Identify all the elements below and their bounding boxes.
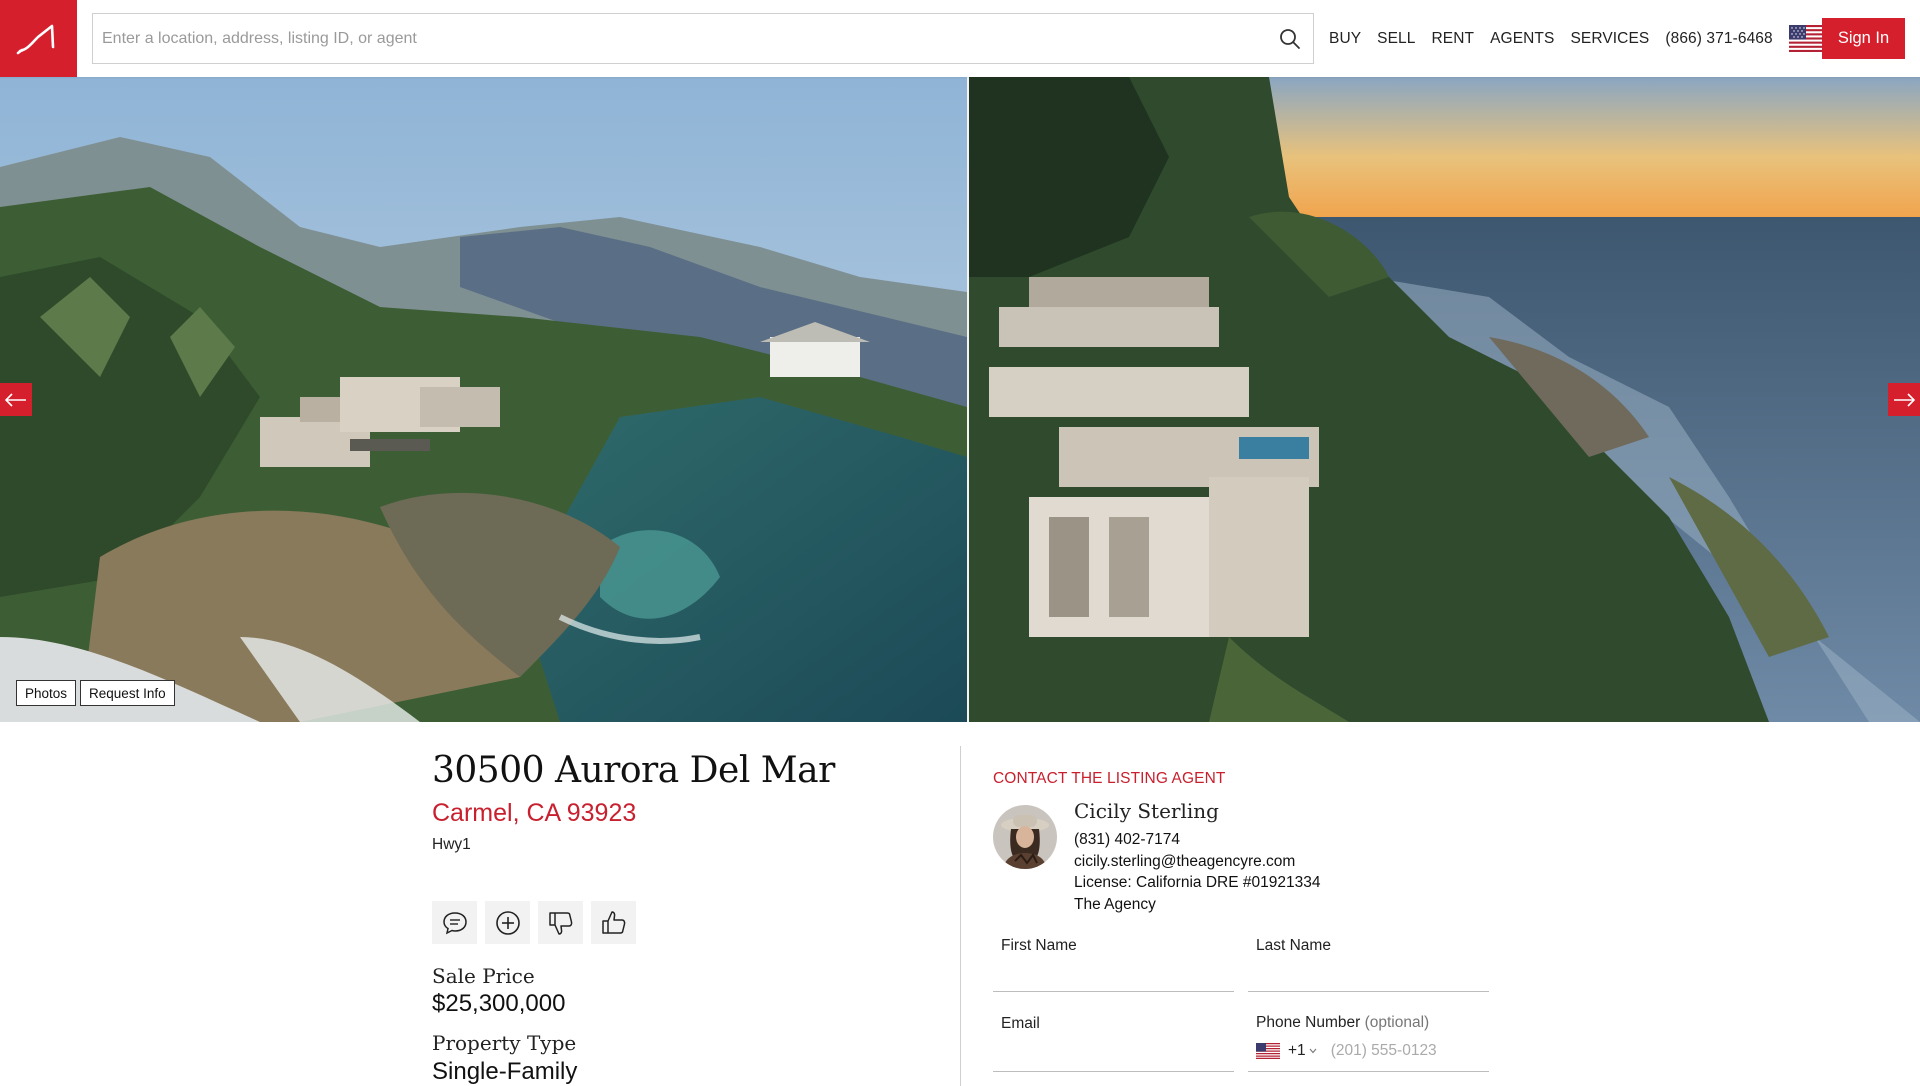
photo-gallery: Photos Request Info	[0, 77, 1920, 722]
first-name-input[interactable]	[1001, 969, 1221, 987]
phone-field: Phone Number (optional) +1	[1248, 1014, 1489, 1072]
nav-services[interactable]: SERVICES	[1570, 30, 1649, 48]
agent-avatar[interactable]	[993, 805, 1057, 869]
phone-label: Phone Number (optional)	[1256, 1014, 1429, 1032]
listing-address: 30500 Aurora Del Mar	[432, 750, 835, 791]
email-input[interactable]	[1001, 1049, 1221, 1067]
request-info-button[interactable]: Request Info	[80, 680, 175, 706]
header-phone-link[interactable]: (866) 371-6468	[1665, 30, 1772, 48]
last-name-field: Last Name	[1248, 937, 1489, 992]
sale-price-value: $25,300,000	[432, 990, 566, 1017]
last-name-input[interactable]	[1256, 969, 1476, 987]
email-field: Email	[993, 1015, 1234, 1072]
contact-heading: CONTACT THE LISTING AGENT	[993, 770, 1226, 787]
agent-phone[interactable]: (831) 402-7174	[1074, 829, 1320, 851]
property-type-value: Single-Family	[432, 1058, 578, 1085]
comment-icon[interactable]	[432, 901, 477, 944]
agent-license: License: California DRE #01921334	[1074, 874, 1321, 891]
search-bar	[92, 13, 1314, 64]
listing-city-line[interactable]: Carmel, CA 93923	[432, 799, 932, 828]
first-name-label: First Name	[1001, 937, 1077, 954]
chevron-down-icon[interactable]	[1309, 1048, 1317, 1054]
listing-header: 30500 Aurora Del Mar Carmel, CA 93923 Hw…	[432, 750, 932, 854]
nav-rent[interactable]: RENT	[1432, 30, 1475, 48]
listing-photo-sunset[interactable]	[969, 77, 1920, 722]
thumbs-up-icon[interactable]	[591, 901, 636, 944]
listing-photo-aerial[interactable]	[0, 77, 967, 722]
sign-in-button[interactable]: Sign In	[1822, 18, 1905, 59]
listing-actions	[432, 901, 636, 944]
phone-input-row: +1	[1256, 1042, 1461, 1060]
us-flag-small-icon[interactable]	[1256, 1043, 1280, 1059]
agent-email[interactable]: cicily.sterling@theagencyre.com	[1074, 851, 1320, 873]
nav-buy[interactable]: BUY	[1329, 30, 1361, 48]
photos-button[interactable]: Photos	[16, 680, 77, 706]
phone-optional-text: (optional)	[1364, 1014, 1430, 1031]
gallery-buttons: Photos Request Info	[16, 680, 175, 706]
property-type-label: Property Type	[432, 1031, 577, 1055]
last-name-label: Last Name	[1256, 937, 1331, 954]
agent-company: The Agency	[1074, 895, 1156, 913]
search-input[interactable]	[93, 14, 1263, 63]
next-photo-arrow-icon[interactable]	[1888, 383, 1920, 416]
section-divider	[960, 746, 961, 1086]
country-code-select[interactable]: +1	[1288, 1042, 1306, 1060]
agency-logo-icon[interactable]	[0, 0, 77, 77]
site-header: BUY SELL RENT AGENTS SERVICES (866) 371-…	[0, 0, 1920, 77]
phone-label-text: Phone Number	[1256, 1014, 1361, 1031]
first-name-field: First Name	[993, 937, 1234, 992]
nav-sell[interactable]: SELL	[1377, 30, 1415, 48]
search-icon[interactable]	[1273, 22, 1307, 56]
sale-price-label: Sale Price	[432, 964, 535, 988]
email-label: Email	[1001, 1015, 1040, 1032]
main-nav: BUY SELL RENT AGENTS SERVICES (866) 371-…	[1329, 0, 1846, 77]
agent-name[interactable]: Cicily Sterling	[1074, 799, 1320, 823]
previous-photo-arrow-icon[interactable]	[0, 383, 32, 416]
agent-info: Cicily Sterling (831) 402-7174 cicily.st…	[1074, 799, 1320, 915]
add-circle-icon[interactable]	[485, 901, 530, 944]
nav-agents[interactable]: AGENTS	[1490, 30, 1554, 48]
listing-sub-address: Hwy1	[432, 836, 471, 853]
thumbs-down-icon[interactable]	[538, 901, 583, 944]
phone-input[interactable]	[1330, 1042, 1461, 1060]
